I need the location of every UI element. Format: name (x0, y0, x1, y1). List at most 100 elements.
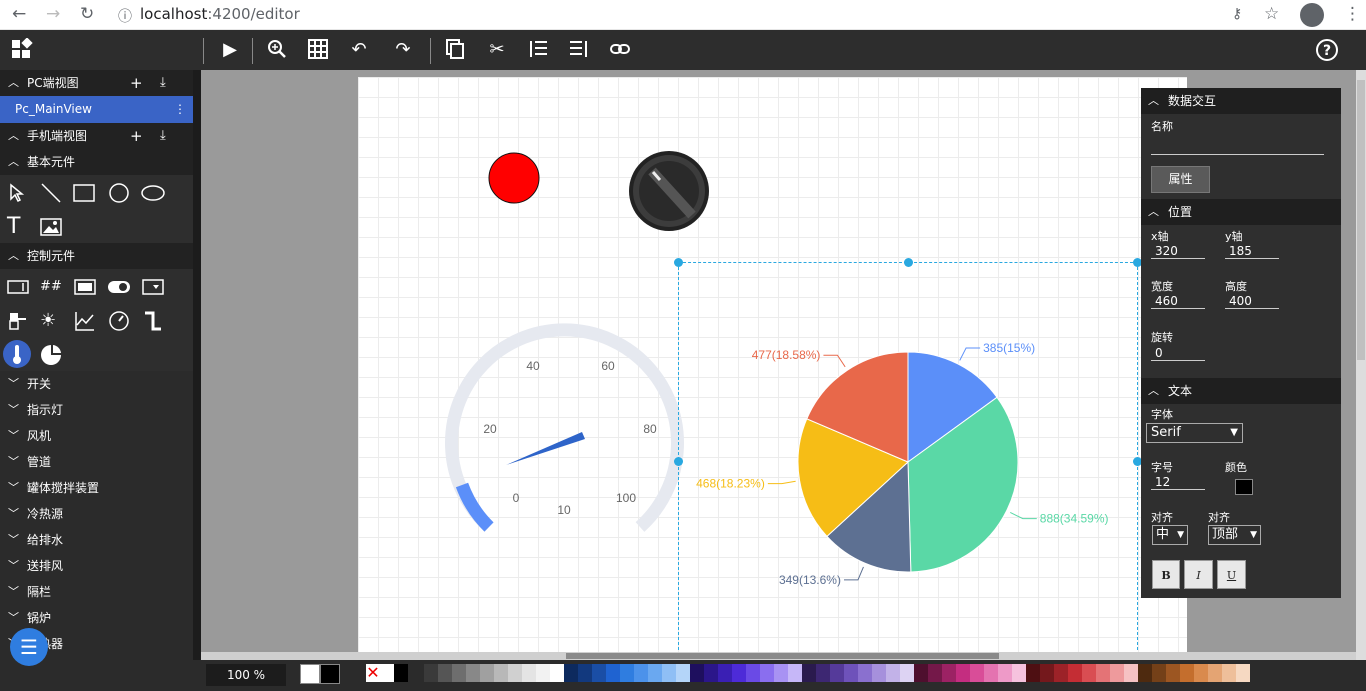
palette-swatch[interactable] (998, 664, 1012, 682)
star-icon[interactable]: ☆ (1264, 4, 1279, 24)
palette-swatch[interactable] (886, 664, 900, 682)
palette-swatch[interactable] (1068, 664, 1082, 682)
no-color-icon[interactable]: ✕ (366, 664, 380, 682)
palette-swatch[interactable] (662, 664, 676, 682)
ellipse-icon[interactable] (140, 182, 166, 204)
zoom-icon[interactable] (264, 38, 290, 62)
profile-avatar[interactable] (1300, 3, 1324, 27)
palette-swatch[interactable] (802, 664, 816, 682)
data-interaction-header[interactable]: ︿ 数据交互 (1141, 88, 1341, 114)
palette-swatch[interactable] (1012, 664, 1026, 682)
valve-icon[interactable] (7, 310, 29, 332)
text-header[interactable]: ︿ 文本 (1141, 378, 1341, 404)
palette-swatch[interactable] (872, 664, 886, 682)
selection-box[interactable] (678, 262, 1138, 660)
menu-dots-icon[interactable]: ⋮ (1344, 4, 1361, 24)
palette-swatch[interactable] (452, 664, 466, 682)
vertical-scroll-thumb[interactable] (1357, 80, 1365, 360)
sidebar-category[interactable]: ﹀ 送排风 (0, 553, 193, 579)
palette-swatch[interactable] (620, 664, 634, 682)
sidebar-category[interactable]: ﹀ 管道 (0, 449, 193, 475)
button-icon[interactable] (74, 276, 96, 298)
palette-swatch[interactable] (564, 664, 578, 682)
horizontal-scrollbar[interactable] (201, 652, 1356, 660)
palette-swatch[interactable] (760, 664, 774, 682)
bold-button[interactable]: B (1152, 560, 1180, 589)
white-color-swatch[interactable] (380, 664, 394, 682)
palette-swatch[interactable] (1082, 664, 1096, 682)
palette-swatch[interactable] (690, 664, 704, 682)
palette-swatch[interactable] (648, 664, 662, 682)
palette-swatch[interactable] (550, 664, 564, 682)
dropdown-icon[interactable] (142, 276, 164, 298)
mobile-view-section[interactable]: ︿ 手机端视图 + ⤓ (0, 123, 193, 149)
rotate-input[interactable]: 0 (1151, 346, 1205, 361)
palette-swatch[interactable] (508, 664, 522, 682)
palette-swatch[interactable] (480, 664, 494, 682)
palette-swatch[interactable] (1236, 664, 1250, 682)
palette-swatch[interactable] (634, 664, 648, 682)
palette-swatch[interactable] (844, 664, 858, 682)
underline-button[interactable]: U (1217, 560, 1246, 589)
import-icon[interactable]: ⤓ (160, 70, 166, 96)
info-icon[interactable]: ⓘ (118, 6, 132, 26)
circle-icon[interactable] (108, 182, 130, 204)
palette-swatch[interactable] (704, 664, 718, 682)
pie-chart-icon[interactable] (40, 344, 62, 366)
more-icon[interactable]: ⋮ (174, 96, 186, 123)
import-icon[interactable]: ⤓ (160, 123, 166, 149)
menu-fab[interactable]: ☰ (10, 628, 48, 666)
rect-icon[interactable] (73, 182, 95, 204)
vertical-scrollbar[interactable] (1356, 70, 1366, 660)
resize-handle-top[interactable] (904, 258, 913, 267)
attr-button[interactable]: 属性 (1151, 166, 1210, 193)
forward-icon[interactable]: → (46, 4, 60, 24)
palette-swatch[interactable] (984, 664, 998, 682)
pipe-icon[interactable] (142, 310, 164, 332)
back-icon[interactable]: ← (12, 4, 26, 24)
palette-swatch[interactable] (676, 664, 690, 682)
undo-icon[interactable]: ↶ (346, 38, 372, 62)
control-components-section[interactable]: ︿ 控制元件 (0, 243, 193, 269)
resize-handle-tl[interactable] (674, 258, 683, 267)
stroke-color-swatch[interactable] (320, 664, 340, 684)
text-icon[interactable]: T (7, 216, 29, 238)
palette-swatch[interactable] (1026, 664, 1040, 682)
palette-swatch[interactable] (774, 664, 788, 682)
basic-components-section[interactable]: ︿ 基本元件 (0, 149, 193, 175)
palette-swatch[interactable] (1138, 664, 1152, 682)
height-input[interactable]: 400 (1225, 294, 1279, 309)
cut-icon[interactable]: ✂ (484, 38, 510, 62)
palette-swatch[interactable] (522, 664, 536, 682)
palette-swatch[interactable] (928, 664, 942, 682)
palette-swatch[interactable] (830, 664, 844, 682)
copy-icon[interactable] (442, 38, 468, 62)
image-icon[interactable] (40, 216, 62, 238)
italic-button[interactable]: I (1184, 560, 1213, 589)
palette-swatch[interactable] (1096, 664, 1110, 682)
size-input[interactable]: 12 (1151, 475, 1205, 490)
black-color-swatch[interactable] (394, 664, 408, 682)
link-icon[interactable] (607, 38, 633, 62)
palette-swatch[interactable] (1124, 664, 1138, 682)
palette-swatch[interactable] (536, 664, 550, 682)
line-icon[interactable] (40, 182, 62, 204)
pc-view-section[interactable]: ︿ PC端视图 + ⤓ (0, 70, 193, 96)
palette-swatch[interactable] (466, 664, 480, 682)
palette-swatch[interactable] (732, 664, 746, 682)
palette-swatch[interactable] (494, 664, 508, 682)
sidebar-scrollbar[interactable] (193, 70, 201, 691)
palette-swatch[interactable] (1054, 664, 1068, 682)
sidebar-category[interactable]: ﹀ 隔栏 (0, 579, 193, 605)
palette-swatch[interactable] (788, 664, 802, 682)
sidebar-category[interactable]: ﹀ 冷热源 (0, 501, 193, 527)
palette-swatch[interactable] (606, 664, 620, 682)
palette-swatch[interactable] (1152, 664, 1166, 682)
y-input[interactable]: 185 (1225, 244, 1279, 259)
indicator-light-icon[interactable]: ☀ (40, 310, 62, 332)
palette-swatch[interactable] (1040, 664, 1054, 682)
palette-swatch[interactable] (1222, 664, 1236, 682)
textbox-icon[interactable] (7, 276, 29, 298)
reload-icon[interactable]: ↻ (80, 4, 94, 24)
width-input[interactable]: 460 (1151, 294, 1205, 309)
